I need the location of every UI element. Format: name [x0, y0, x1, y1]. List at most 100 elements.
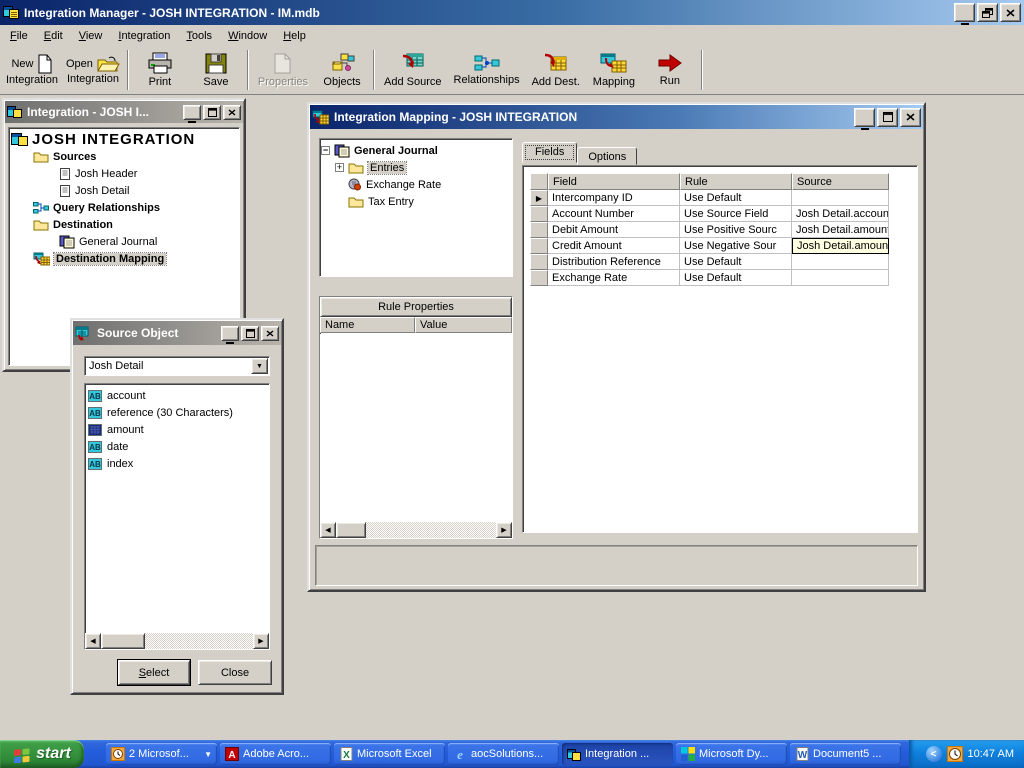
expand-box[interactable]: +	[335, 163, 344, 172]
grid-row[interactable]: Account Number Use Source Field Josh Det…	[530, 206, 891, 222]
scroll-thumb[interactable]	[101, 633, 145, 649]
minimize-button[interactable]	[854, 108, 875, 127]
grid-row[interactable]: Debit Amount Use Positive Sourc Josh Det…	[530, 222, 891, 238]
tree-node-exchange-rate[interactable]: Exchange Rate	[321, 176, 511, 193]
row-selector[interactable]	[530, 238, 548, 254]
scroll-right-arrow[interactable]: ▶	[253, 633, 269, 649]
menu-edit[interactable]: Edit	[36, 27, 71, 45]
menu-view[interactable]: View	[71, 27, 111, 45]
start-button[interactable]: start	[0, 740, 84, 768]
field-column-header[interactable]: Field	[548, 173, 680, 190]
hide-icons-chevron[interactable]: <	[926, 746, 942, 762]
restore-button[interactable]	[977, 3, 998, 22]
minimize-button[interactable]	[954, 3, 975, 22]
scroll-left-arrow[interactable]: ◀	[320, 522, 336, 538]
rule-column-header[interactable]: Rule	[680, 173, 792, 190]
close-button[interactable]	[1000, 3, 1021, 22]
integration-window-titlebar[interactable]: Integration - JOSH I...	[5, 101, 243, 123]
field-item-date[interactable]: AB date	[85, 438, 269, 455]
source-column-header[interactable]: Source	[792, 173, 889, 190]
scroll-right-arrow[interactable]: ▶	[496, 522, 512, 538]
taskbar-button-aocsolutions[interactable]: e aocSolutions...	[448, 743, 559, 765]
save-button[interactable]: Save	[188, 48, 244, 92]
mapping-icon	[600, 53, 628, 74]
taskbar-button-word-document[interactable]: W Document5 ...	[790, 743, 901, 765]
row-selector-current[interactable]: ▶	[530, 190, 548, 206]
field-item-amount[interactable]: amount	[85, 421, 269, 438]
grid-row[interactable]: Distribution Reference Use Default	[530, 254, 891, 270]
objects-button[interactable]: Objects	[314, 48, 370, 92]
grid-row[interactable]: Exchange Rate Use Default	[530, 270, 891, 286]
tree-node-label: Destination Mapping	[54, 253, 166, 265]
menu-help[interactable]: Help	[275, 27, 314, 45]
field-item-account[interactable]: AB account	[85, 387, 269, 404]
row-selector[interactable]	[530, 206, 548, 222]
close-button[interactable]	[900, 108, 921, 127]
fields-tab-panel: Field Rule Source ▶ Intercompany ID Use …	[522, 165, 918, 533]
taskbar-button-dynamics[interactable]: Microsoft Dy...	[676, 743, 787, 765]
combobox-dropdown-arrow[interactable]: ▼	[251, 358, 268, 374]
tree-node-entries[interactable]: + Entries	[321, 159, 511, 176]
close-button[interactable]: Close	[198, 660, 272, 685]
grid-row[interactable]: ▶ Intercompany ID Use Default	[530, 190, 891, 206]
tree-node-josh-detail[interactable]: Josh Detail	[11, 182, 237, 199]
relationships-icon	[474, 54, 500, 72]
new-integration-button[interactable]: New Integration	[2, 48, 62, 92]
maximize-button[interactable]	[241, 326, 259, 341]
source-table-combobox[interactable]: Josh Detail ▼	[84, 356, 270, 376]
rule-properties-hscrollbar[interactable]: ◀ ▶	[320, 522, 512, 538]
relationships-button[interactable]: Relationships	[448, 48, 526, 92]
field-item-reference[interactable]: AB reference (30 Characters)	[85, 404, 269, 421]
mapping-button[interactable]: Mapping	[586, 48, 642, 92]
maximize-button[interactable]	[877, 108, 898, 127]
save-icon	[205, 53, 227, 74]
main-titlebar[interactable]: Integration Manager - JOSH INTEGRATION -…	[0, 0, 1024, 25]
rule-prop-value-column-header[interactable]: Value	[415, 317, 512, 333]
toolbar-separator	[701, 50, 703, 90]
menu-integration[interactable]: Integration	[110, 27, 178, 45]
taskbar-button-integration-active[interactable]: Integration ...	[562, 743, 673, 765]
maximize-button[interactable]	[203, 105, 221, 120]
minimize-button[interactable]	[221, 326, 239, 341]
collapse-box[interactable]: −	[321, 146, 330, 155]
print-button[interactable]: Print	[132, 48, 188, 92]
tree-node-general-journal[interactable]: − General Journal	[321, 142, 511, 159]
tab-fields[interactable]: Fields	[522, 142, 577, 163]
source-object-titlebar[interactable]: Source Object	[73, 321, 281, 345]
add-source-button[interactable]: Add Source	[378, 48, 447, 92]
add-dest-button[interactable]: Add Dest.	[526, 48, 586, 92]
row-selector[interactable]	[530, 222, 548, 238]
menu-tools[interactable]: Tools	[178, 27, 220, 45]
tree-node-general-journal[interactable]: General Journal	[11, 233, 237, 250]
row-selector[interactable]	[530, 254, 548, 270]
mapping-window-titlebar[interactable]: Integration Mapping - JOSH INTEGRATION	[310, 105, 923, 129]
taskbar-button-adobe-acrobat[interactable]: A Adobe Acro...	[220, 743, 331, 765]
rule-prop-name-column-header[interactable]: Name	[320, 317, 415, 333]
minimize-button[interactable]	[183, 105, 201, 120]
scroll-thumb[interactable]	[336, 522, 366, 538]
grid-row[interactable]: Credit Amount Use Negative Sour Josh Det…	[530, 238, 891, 254]
close-button[interactable]	[261, 326, 279, 341]
select-button[interactable]: Select	[118, 660, 190, 685]
close-button[interactable]	[223, 105, 241, 120]
tree-node-query-relationships[interactable]: Query Relationships	[11, 199, 237, 216]
field-item-index[interactable]: AB index	[85, 455, 269, 472]
source-object-title: Source Object	[97, 326, 221, 340]
tree-node-tax-entry[interactable]: Tax Entry	[321, 193, 511, 210]
taskbar-button-excel[interactable]: X Microsoft Excel	[334, 743, 445, 765]
tab-options[interactable]: Options	[577, 147, 637, 165]
source-list-hscrollbar[interactable]: ◀ ▶	[85, 633, 269, 649]
open-integration-button[interactable]: Open Integration	[62, 48, 124, 92]
tree-node-destination-mapping[interactable]: Destination Mapping	[11, 250, 237, 267]
tree-node-josh-header[interactable]: Josh Header	[11, 165, 237, 182]
taskbar-button-microsoft-group[interactable]: 2 Microsof... ▼	[106, 743, 217, 765]
group-dropdown-arrow[interactable]: ▼	[204, 750, 212, 759]
row-selector[interactable]	[530, 270, 548, 286]
menu-window[interactable]: Window	[220, 27, 275, 45]
tree-node-root[interactable]: JOSH INTEGRATION	[11, 131, 237, 148]
menu-file[interactable]: File	[2, 27, 36, 45]
scroll-left-arrow[interactable]: ◀	[85, 633, 101, 649]
tree-node-destination[interactable]: Destination	[11, 216, 237, 233]
run-button[interactable]: Run	[642, 48, 698, 92]
tree-node-sources[interactable]: Sources	[11, 148, 237, 165]
